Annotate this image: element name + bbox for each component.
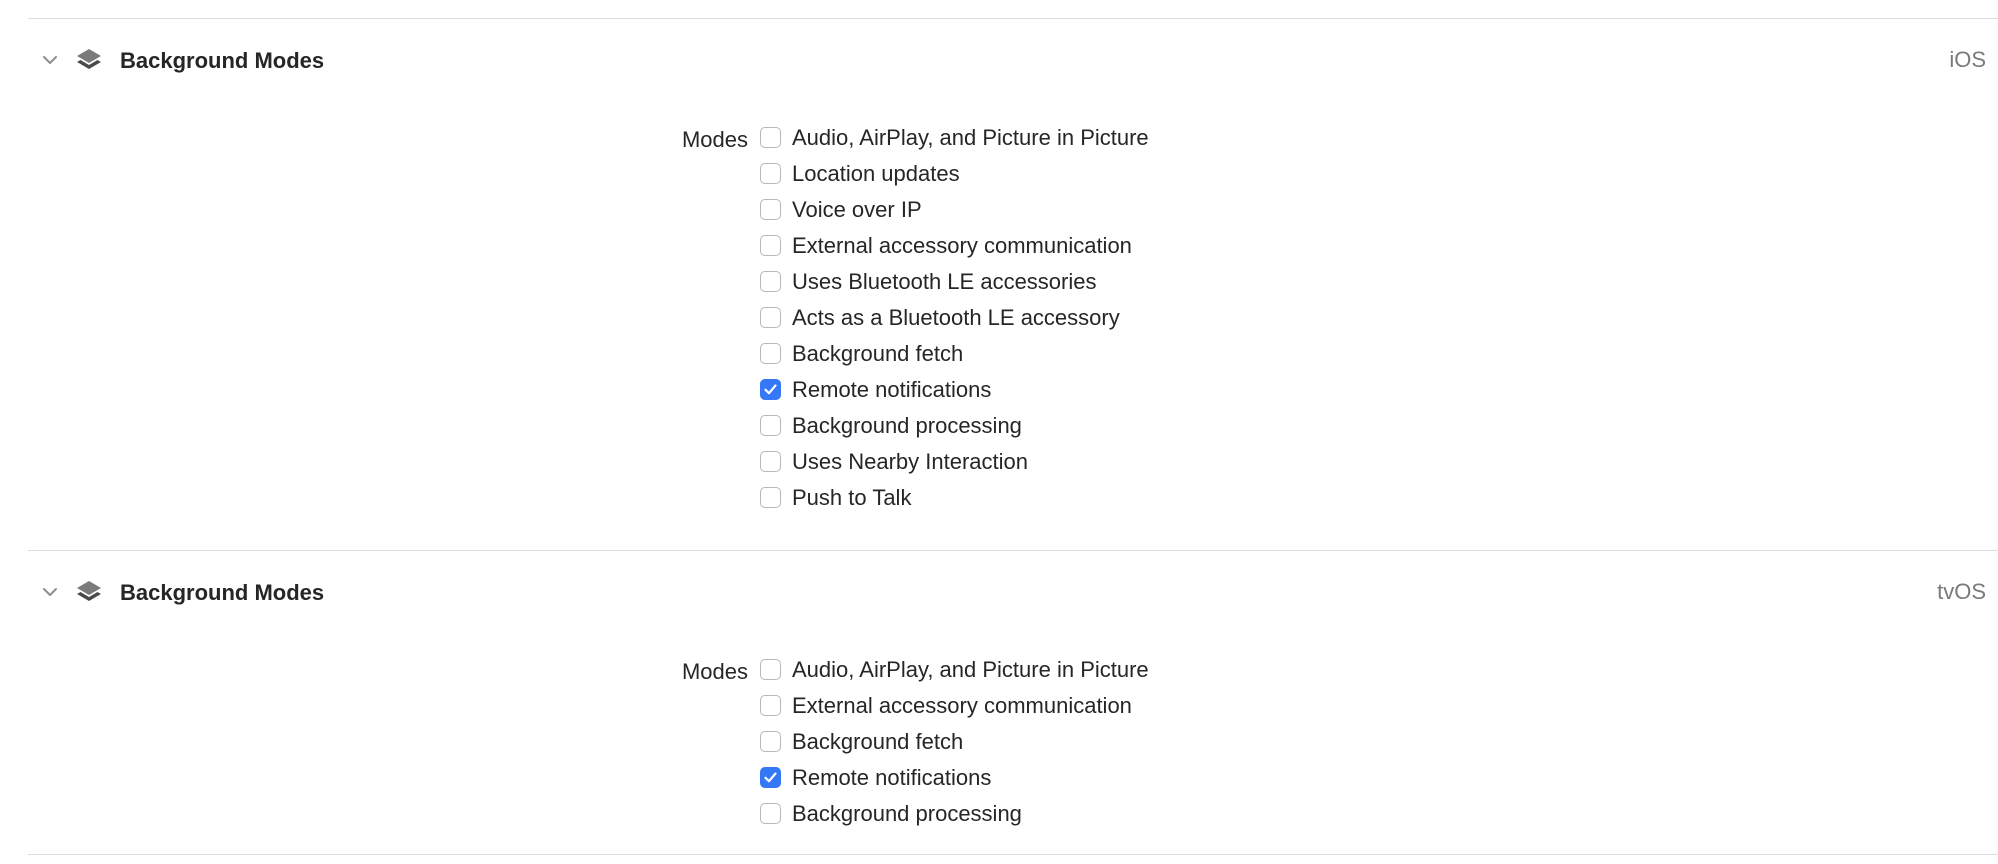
checkbox[interactable] — [760, 127, 781, 148]
section-divider — [28, 550, 1998, 551]
checkbox-checked[interactable] — [760, 379, 781, 400]
section-header: Background Modes tvOS — [0, 572, 1998, 612]
checkbox[interactable] — [760, 163, 781, 184]
section-title: Background Modes — [120, 48, 325, 73]
checkbox[interactable] — [760, 235, 781, 256]
platform-label: iOS — [1949, 47, 1986, 72]
checkbox[interactable] — [760, 307, 781, 328]
modes-label: Modes — [681, 127, 748, 152]
checkbox[interactable] — [760, 451, 781, 472]
mode-option-label: Uses Bluetooth LE accessories — [792, 269, 1097, 294]
chevron-down-icon[interactable] — [40, 50, 60, 70]
checkbox[interactable] — [760, 271, 781, 292]
mode-option-label: Background processing — [792, 801, 1022, 826]
checkbox[interactable] — [760, 343, 781, 364]
mode-option-label: Remote notifications — [792, 377, 992, 402]
checkbox[interactable] — [760, 731, 781, 752]
mode-option-label: Background fetch — [792, 341, 964, 366]
mode-option-label: Remote notifications — [792, 765, 992, 790]
mode-option-label: Audio, AirPlay, and Picture in Picture — [792, 657, 1149, 682]
checkmark-icon — [764, 384, 777, 395]
mode-option-label: Location updates — [792, 161, 960, 186]
checkbox[interactable] — [760, 415, 781, 436]
mode-option-label: Acts as a Bluetooth LE accessory — [792, 305, 1120, 330]
chevron-down-icon[interactable] — [40, 582, 60, 602]
mode-option-label: External accessory communication — [792, 693, 1132, 718]
section-header: Background Modes iOS — [0, 40, 1998, 80]
mode-option-label: External accessory communication — [792, 233, 1132, 258]
checkbox[interactable] — [760, 659, 781, 680]
layers-icon — [74, 47, 104, 75]
checkbox-checked[interactable] — [760, 767, 781, 788]
section-title: Background Modes — [120, 580, 325, 605]
checkbox[interactable] — [760, 199, 781, 220]
mode-option-label: Background processing — [792, 413, 1022, 438]
layers-icon — [74, 579, 104, 607]
mode-option-label: Background fetch — [792, 729, 964, 754]
checkbox[interactable] — [760, 695, 781, 716]
top-divider — [28, 18, 1998, 19]
mode-option-label: Push to Talk — [792, 485, 912, 510]
mode-option-label: Voice over IP — [792, 197, 922, 222]
modes-label: Modes — [681, 659, 748, 684]
mode-option-label: Uses Nearby Interaction — [792, 449, 1028, 474]
platform-label: tvOS — [1937, 579, 1986, 604]
checkmark-icon — [764, 772, 777, 783]
checkbox[interactable] — [760, 803, 781, 824]
mode-option-label: Audio, AirPlay, and Picture in Picture — [792, 125, 1149, 150]
bottom-divider — [28, 854, 1998, 855]
checkbox[interactable] — [760, 487, 781, 508]
